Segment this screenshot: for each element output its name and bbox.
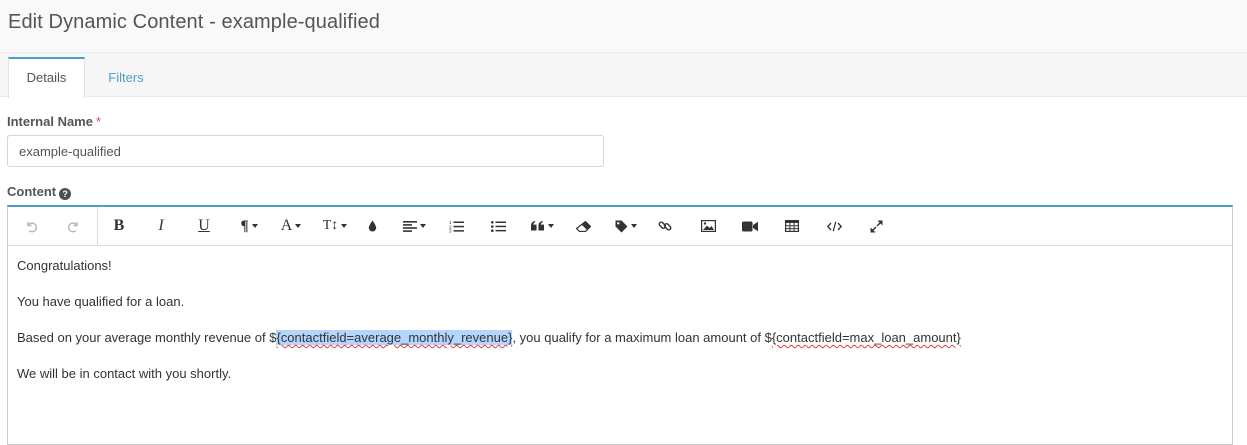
fullscreen-button[interactable] [868, 215, 884, 237]
align-dropdown[interactable] [401, 215, 427, 237]
chevron-down-icon [251, 224, 258, 228]
contactfield-token[interactable]: {contactfield=max_loan_amount} [772, 330, 961, 345]
bold-button[interactable]: B [111, 215, 127, 237]
content-line: You have qualified for a loan. [17, 294, 185, 309]
align-icon [402, 220, 417, 232]
paragraph-icon: ¶ [240, 218, 249, 234]
content-editor: B I U ¶ A T↕ 1 2 3 Congratulations! You … [7, 205, 1233, 445]
ordered-list-button[interactable]: 1 2 3 [448, 215, 464, 237]
contactfield-token-selected[interactable]: {contactfield=average_monthly_revenue} [276, 330, 513, 345]
content-label: Content? [7, 184, 72, 200]
content-line: Congratulations! [17, 258, 112, 273]
undo-icon [26, 221, 37, 232]
link-button[interactable] [656, 215, 674, 237]
ordered-list-icon: 1 2 3 [449, 220, 464, 233]
fullscreen-icon [870, 220, 882, 232]
chevron-down-icon [295, 224, 302, 228]
page-header: Edit Dynamic Content - example-qualified [0, 0, 1247, 53]
code-view-button[interactable] [825, 215, 843, 237]
video-icon [742, 221, 758, 231]
table-icon [785, 220, 799, 232]
underline-icon: U [198, 217, 210, 234]
content-label-text: Content [7, 184, 57, 199]
unordered-list-icon [490, 220, 506, 232]
background-color-button[interactable] [366, 215, 378, 237]
italic-button[interactable]: I [154, 215, 168, 237]
font-dropdown[interactable]: A [278, 215, 304, 237]
page-title: Edit Dynamic Content - example-qualified [8, 11, 380, 33]
content-text: , you qualify for a maximum loan amount … [512, 330, 772, 345]
link-icon [658, 221, 672, 231]
tab-bar: Details Filters [0, 53, 1247, 98]
text-size-dropdown[interactable]: T↕ [319, 215, 351, 237]
unordered-list-button[interactable] [490, 215, 506, 237]
video-button[interactable] [741, 215, 759, 237]
quote-icon [530, 221, 544, 231]
quote-dropdown[interactable] [528, 215, 556, 237]
image-icon [700, 220, 716, 232]
editor-toolbar: B I U ¶ A T↕ 1 2 3 [8, 207, 1232, 246]
help-icon[interactable]: ? [59, 188, 72, 200]
svg-text:3: 3 [449, 228, 452, 232]
tab-details[interactable]: Details [8, 57, 85, 98]
required-marker: * [95, 114, 102, 129]
background-color-icon [368, 220, 376, 232]
undo-button[interactable] [22, 215, 40, 237]
content-line: We will be in contact with you shortly. [17, 366, 232, 381]
text-size-icon: T↕ [322, 218, 339, 233]
chevron-down-icon [341, 224, 348, 228]
table-button[interactable] [784, 215, 800, 237]
chevron-down-icon [547, 224, 554, 228]
image-button[interactable] [699, 215, 717, 237]
internal-name-label-text: Internal Name [7, 114, 93, 129]
bold-icon: B [113, 217, 125, 234]
redo-icon [67, 221, 78, 232]
tag-dropdown[interactable] [612, 215, 640, 237]
content-text: Based on your average monthly revenue of… [17, 330, 277, 345]
code-view-icon [826, 221, 842, 231]
editor-content[interactable]: Congratulations! You have qualified for … [8, 246, 1232, 412]
redo-button[interactable] [64, 215, 82, 237]
underline-button[interactable]: U [196, 215, 212, 237]
clear-format-button[interactable] [574, 215, 592, 237]
italic-icon: I [158, 217, 164, 234]
tab-filters[interactable]: Filters [93, 57, 159, 97]
content-line: Based on your average monthly revenue of… [17, 329, 1223, 347]
tag-icon [615, 220, 628, 232]
chevron-down-icon [631, 224, 637, 228]
internal-name-label: Internal Name * [7, 114, 101, 129]
eraser-icon [575, 220, 591, 232]
toolbar-divider [97, 207, 98, 246]
internal-name-input[interactable] [7, 135, 604, 167]
chevron-down-icon [419, 224, 426, 228]
font-color-icon: A [280, 217, 293, 234]
paragraph-dropdown[interactable]: ¶ [236, 215, 262, 237]
